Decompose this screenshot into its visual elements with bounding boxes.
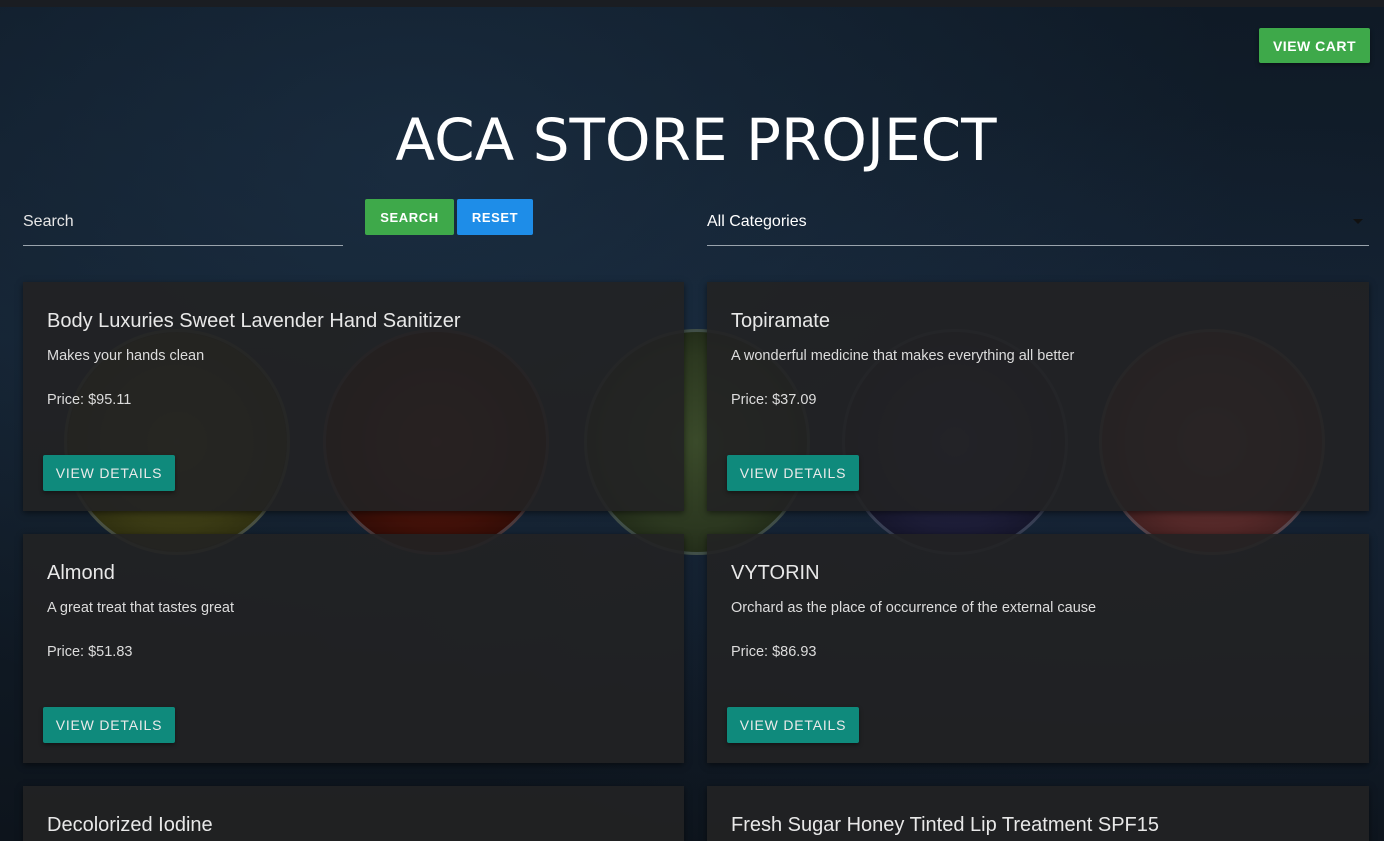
product-card: Fresh Sugar Honey Tinted Lip Treatment S…: [707, 786, 1369, 841]
product-price: Price: $86.93: [731, 644, 817, 660]
product-price: Price: $95.11: [47, 392, 132, 408]
view-details-button[interactable]: VIEW DETAILS: [727, 455, 859, 491]
top-strip: [0, 0, 1384, 7]
search-field: [23, 205, 343, 246]
category-select-value: All Categories: [707, 213, 807, 230]
product-card: VYTORIN Orchard as the place of occurren…: [707, 534, 1369, 763]
product-card: Body Luxuries Sweet Lavender Hand Saniti…: [23, 282, 684, 511]
view-details-button[interactable]: VIEW DETAILS: [43, 707, 175, 743]
reset-button[interactable]: RESET: [457, 199, 533, 235]
chevron-down-icon: [1353, 219, 1363, 224]
product-price: Price: $51.83: [47, 644, 133, 660]
product-name: Fresh Sugar Honey Tinted Lip Treatment S…: [731, 814, 1159, 836]
product-name: VYTORIN: [731, 562, 820, 584]
view-details-button[interactable]: VIEW DETAILS: [43, 455, 175, 491]
product-description: A wonderful medicine that makes everythi…: [731, 348, 1075, 364]
category-select[interactable]: All Categories: [707, 205, 1369, 246]
product-name: Almond: [47, 562, 115, 584]
product-description: Makes your hands clean: [47, 348, 205, 364]
search-button[interactable]: SEARCH: [365, 199, 454, 235]
page-title: ACA STORE PROJECT: [395, 106, 997, 174]
product-name: Topiramate: [731, 310, 830, 332]
view-details-button[interactable]: VIEW DETAILS: [727, 707, 859, 743]
product-price: Price: $37.09: [731, 392, 817, 408]
product-name: Body Luxuries Sweet Lavender Hand Saniti…: [47, 310, 461, 332]
product-name: Decolorized Iodine: [47, 814, 213, 836]
product-card: Topiramate A wonderful medicine that mak…: [707, 282, 1369, 511]
product-card: Decolorized Iodine: [23, 786, 684, 841]
view-cart-button[interactable]: VIEW CART: [1259, 28, 1370, 63]
search-input[interactable]: [23, 205, 343, 239]
product-card: Almond A great treat that tastes great P…: [23, 534, 684, 763]
product-description: Orchard as the place of occurrence of th…: [731, 600, 1097, 616]
product-description: A great treat that tastes great: [47, 600, 234, 616]
